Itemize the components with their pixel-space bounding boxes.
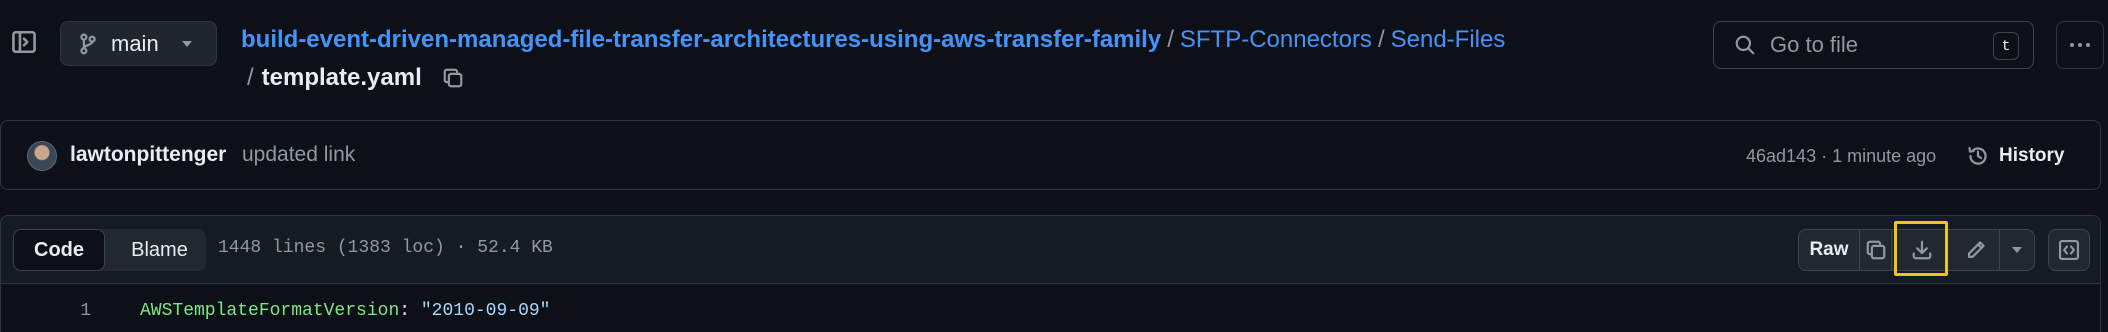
copy-icon[interactable] [1860,230,1892,270]
branch-select-button[interactable]: main [60,21,217,66]
sidebar-expand-icon[interactable] [8,26,40,58]
tab-blame[interactable]: Blame [113,229,206,271]
history-icon [1967,145,1989,167]
history-button[interactable]: History [1967,141,2064,171]
branch-label: main [111,30,159,56]
pencil-icon[interactable] [1953,230,2000,270]
file-stats: 1448 lines (1383 loc) · 52.4 KB [218,238,553,258]
search-placeholder: Go to file [1770,32,1859,57]
copy-icon[interactable] [442,67,464,89]
avatar[interactable] [27,141,57,171]
go-to-file-search[interactable]: Go to file t [1713,21,2034,69]
code-view: 1 AWSTemplateFormatVersion: "2010-09-09" [0,283,2101,332]
breadcrumb-separator: / [247,64,254,91]
git-branch-icon [79,33,97,55]
commit-meta[interactable]: 46ad143 · 1 minute ago [1746,146,1936,167]
breadcrumb: build-event-driven-managed-file-transfer… [241,22,1641,58]
breadcrumb-separator: / [1377,26,1385,53]
download-button-highlight [1894,221,1948,276]
view-tabs: Code Blame [13,229,206,271]
commit-message[interactable]: updated link [242,143,355,167]
yaml-key: AWSTemplateFormatVersion [140,301,400,321]
code-square-icon[interactable] [2048,229,2090,271]
yaml-string: "2010-09-09" [420,301,551,321]
shortcut-key: t [1993,32,2019,60]
breadcrumb-separator: / [1167,26,1174,53]
commit-author[interactable]: lawtonpittenger [70,143,226,167]
latest-commit-bar: lawtonpittenger updated link 46ad143 · 1… [0,120,2101,190]
breadcrumb-file: / template.yaml [247,60,464,96]
file-name: template.yaml [261,64,422,91]
yaml-punct: : [399,301,421,321]
tab-code[interactable]: Code [13,229,105,271]
history-label: History [1999,145,2065,166]
kebab-horizontal-icon[interactable] [2056,21,2104,69]
triangle-down-icon[interactable] [2000,230,2034,270]
breadcrumb-repo-link[interactable]: build-event-driven-managed-file-transfer… [241,26,1161,53]
breadcrumb-folder-sftp-connectors[interactable]: SFTP-Connectors [1180,26,1372,53]
breadcrumb-folder-send-files[interactable]: Send-Files [1391,26,1506,53]
raw-button[interactable]: Raw [1799,230,1860,270]
code-line: AWSTemplateFormatVersion: "2010-09-09" [140,301,550,321]
file-header: Code Blame 1448 lines (1383 loc) · 52.4 … [0,215,2101,283]
search-icon [1734,34,1756,56]
triangle-down-icon [181,40,193,48]
line-number[interactable]: 1 [71,301,91,321]
